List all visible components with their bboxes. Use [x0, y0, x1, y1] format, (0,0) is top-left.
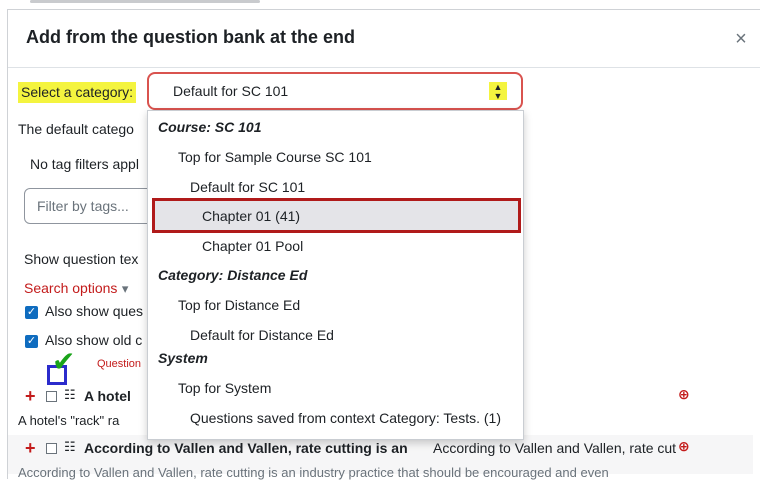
question-checkbox[interactable] [46, 391, 57, 402]
chevron-down-icon: ▾ [121, 281, 129, 296]
filter-tags-input[interactable]: Filter by tags... [24, 188, 164, 224]
option-chapter-01[interactable]: Chapter 01 (41) [202, 208, 300, 224]
add-question-icon[interactable]: + [25, 438, 36, 459]
optgroup-course: Course: SC 101 [158, 119, 262, 135]
blurred-text [30, 0, 260, 3]
preview-zoom-icon[interactable]: ⊕ [678, 386, 690, 403]
option-top-for-system[interactable]: Top for System [178, 380, 271, 396]
top-strip [0, 0, 760, 9]
list-icon: ☷ [64, 439, 76, 454]
select-arrows-icon: ▲ ▼ [489, 82, 507, 101]
also-show-old-checkbox[interactable]: ✓ [25, 335, 38, 348]
category-select[interactable]: Default for SC 101 ▲ ▼ [147, 72, 523, 110]
category-label: Select a category: [18, 82, 137, 103]
option-default-distance-ed[interactable]: Default for Distance Ed [190, 327, 334, 343]
question-checkbox[interactable] [46, 443, 57, 454]
dialog-title: Add from the question bank at the end [26, 27, 356, 47]
question-text: According to Vallen and Vallen, rate cut [433, 440, 677, 456]
check-annotation-icon: ✔ [52, 346, 76, 377]
question-preview: A hotel's "rack" ra [18, 413, 120, 428]
dialog-header: Add from the question bank at the end × [8, 10, 760, 68]
option-default-sc101[interactable]: Default for SC 101 [190, 179, 305, 195]
category-dropdown-list: Course: SC 101 Top for Sample Course SC … [147, 110, 524, 440]
optgroup-distance-ed: Category: Distance Ed [158, 267, 308, 283]
question-preview: According to Vallen and Vallen, rate cut… [18, 465, 609, 480]
question-column-header[interactable]: Question [97, 358, 141, 370]
optgroup-system: System [158, 350, 208, 366]
option-questions-saved[interactable]: Questions saved from context Category: T… [190, 410, 501, 426]
show-question-text-label: Show question tex [24, 251, 139, 267]
close-icon[interactable]: × [730, 28, 752, 50]
option-top-for-course[interactable]: Top for Sample Course SC 101 [178, 149, 372, 165]
add-question-icon[interactable]: + [25, 386, 36, 407]
option-top-for-distance-ed[interactable]: Top for Distance Ed [178, 297, 300, 313]
search-options-label: Search options [24, 280, 118, 296]
no-tag-filters-text: No tag filters appl [30, 156, 139, 172]
preview-zoom-icon[interactable]: ⊕ [678, 438, 690, 455]
question-name: A hotel [84, 388, 131, 404]
category-selected-value: Default for SC 101 [173, 83, 289, 99]
question-name: According to Vallen and Vallen, rate cut… [84, 440, 408, 456]
also-show-questions-checkbox[interactable]: ✓ [25, 306, 38, 319]
list-icon: ☷ [64, 387, 76, 402]
default-category-text: The default catego [18, 121, 134, 137]
also-show-questions-label: Also show ques [45, 303, 144, 319]
option-chapter-01-pool[interactable]: Chapter 01 Pool [202, 238, 303, 254]
search-options-link[interactable]: Search options ▾ [24, 280, 128, 298]
